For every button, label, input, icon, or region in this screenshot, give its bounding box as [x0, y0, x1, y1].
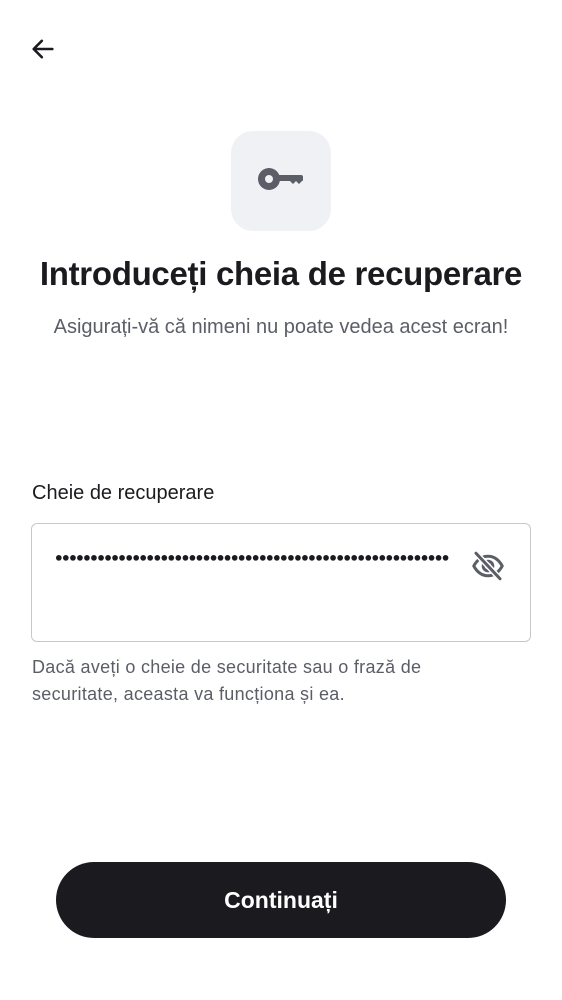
key-icon-tile	[231, 131, 331, 231]
page-title: Introduceți cheia de recuperare	[39, 255, 523, 292]
back-button[interactable]	[22, 30, 64, 72]
toggle-visibility-button[interactable]	[466, 546, 510, 590]
recovery-key-input[interactable]: ••••••••••••••••••••••••••••••••••••••••…	[31, 523, 531, 642]
page-subtitle: Asigurați-vă că nimeni nu poate vedea ac…	[53, 316, 509, 338]
eye-off-icon	[470, 548, 506, 589]
continue-button[interactable]: Continuați	[56, 862, 506, 938]
key-icon	[257, 165, 305, 198]
arrow-back-icon	[29, 35, 57, 68]
helper-text: Dacă aveți o cheie de securitate sau o f…	[32, 657, 422, 704]
recovery-key-value[interactable]: ••••••••••••••••••••••••••••••••••••••••…	[54, 542, 454, 575]
recovery-key-screen: Introduceți cheia de recuperare Asiguraț…	[0, 0, 562, 1000]
recovery-key-label: Cheie de recuperare	[32, 482, 215, 504]
